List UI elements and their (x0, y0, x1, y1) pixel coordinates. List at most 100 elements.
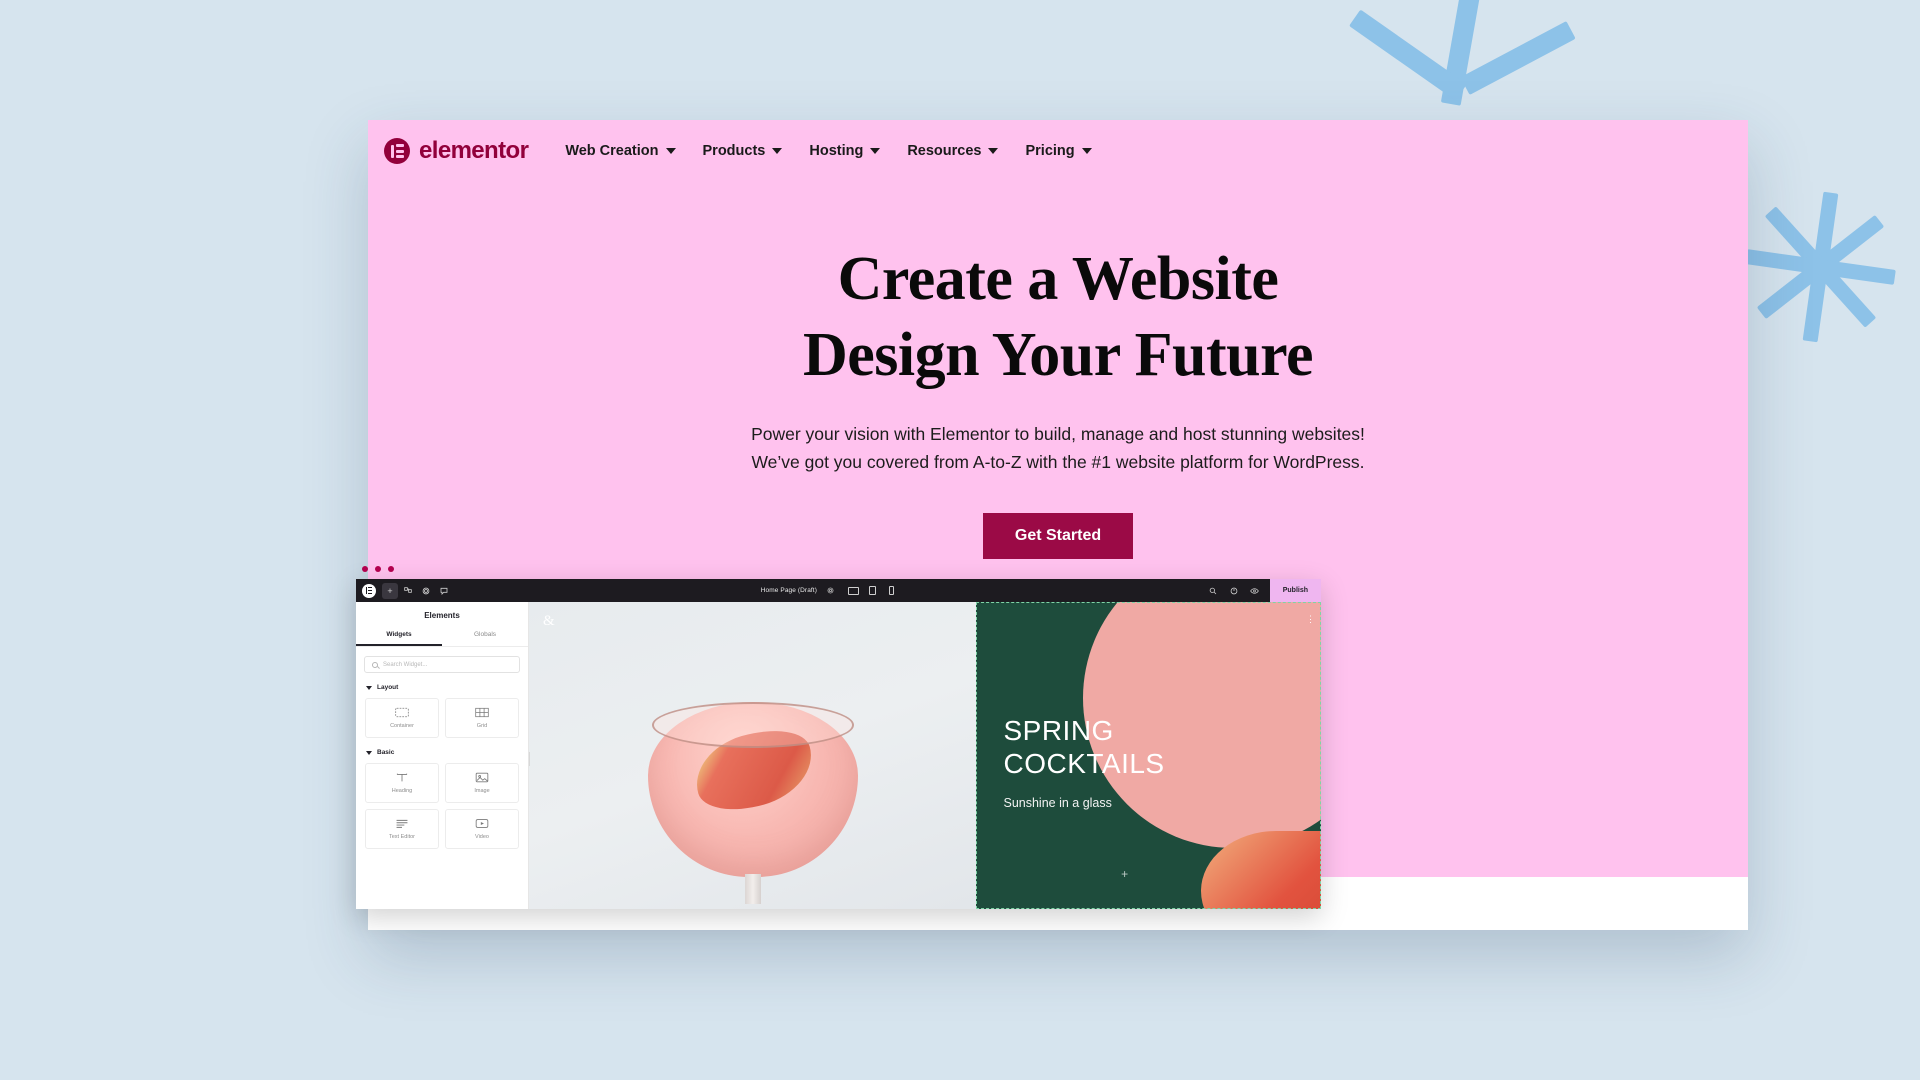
settings-gear-icon[interactable] (418, 583, 434, 599)
widget-label: Text Editor (389, 834, 415, 840)
layout-widget-grid: Container Grid (356, 691, 528, 738)
window-dots-icon (356, 566, 1321, 572)
tab-globals[interactable]: Globals (442, 627, 528, 646)
nav-label: Hosting (809, 143, 864, 159)
nav-item-web-creation[interactable]: Web Creation (565, 143, 676, 159)
heading-t-icon (396, 773, 408, 782)
nav-label: Resources (907, 143, 982, 159)
site-structure-icon[interactable] (400, 583, 416, 599)
panel-title: Elements (424, 611, 460, 620)
canvas-image-column: & ‹ (529, 602, 977, 909)
notes-comment-icon[interactable] (436, 583, 452, 599)
grid-icon (475, 707, 489, 718)
editor-canvas[interactable]: & ‹ SPRI (529, 602, 1321, 909)
text-editor-icon (396, 819, 408, 828)
nav-label: Pricing (1025, 143, 1075, 159)
video-play-icon (475, 819, 489, 828)
more-options-icon[interactable]: ⋮ (1306, 615, 1315, 624)
hero-copy: Create a Website Design Your Future Powe… (368, 248, 1748, 559)
chevron-down-icon (1081, 148, 1092, 154)
chevron-down-icon (665, 148, 676, 154)
page-root: elementor Web Creation Products Hosting … (0, 0, 1920, 1080)
basic-widget-grid: Heading Image Text Editor Video (356, 756, 528, 849)
tab-widgets[interactable]: Widgets (356, 627, 442, 646)
image-icon (475, 772, 489, 783)
widget-text-editor[interactable]: Text Editor (365, 809, 439, 849)
get-started-button[interactable]: Get Started (982, 512, 1134, 559)
elementor-logo-icon[interactable] (362, 583, 376, 598)
editor-toolbar-right (1205, 583, 1265, 599)
elementor-editor: + Home Page (Draft) Publish Elements Wid… (356, 579, 1321, 909)
history-icon[interactable] (1226, 583, 1242, 599)
editor-title-group: Home Page (Draft) (454, 583, 1205, 599)
widget-label: Image (474, 788, 490, 794)
headline-line-2: Design Your Future (802, 321, 1314, 389)
subcopy-line-1: Power your vision with Elementor to buil… (751, 424, 1365, 444)
subcopy-line-2: We’ve got you covered from A-to-Z with t… (751, 452, 1365, 473)
section-layout-header[interactable]: Layout (356, 684, 528, 691)
elements-panel: Elements Widgets Globals Search Widget..… (356, 602, 529, 909)
section-basic: Basic Heading Image Text Editor Video (356, 749, 528, 849)
canvas-text-column[interactable]: SPRING COCKTAILS Sunshine in a glass ⋮ +… (976, 602, 1321, 909)
canvas-text-block: SPRING COCKTAILS Sunshine in a glass (1003, 714, 1164, 810)
nav-item-resources[interactable]: Resources (907, 143, 999, 159)
resize-handle-icon[interactable]: ‹ (529, 752, 530, 766)
widget-grid[interactable]: Grid (445, 698, 519, 738)
panel-tabs: Widgets Globals (356, 627, 528, 647)
canvas-subheading: Sunshine in a glass (1003, 796, 1112, 811)
preview-eye-icon[interactable] (1247, 583, 1263, 599)
hero-subcopy: Power your vision with Elementor to buil… (368, 420, 1748, 477)
chevron-down-icon (366, 750, 372, 755)
canvas-heading-line-1: SPRING (1003, 715, 1114, 746)
elementor-logo[interactable]: elementor (384, 137, 529, 165)
add-plus-icon[interactable]: + (1121, 867, 1128, 881)
chevron-down-icon (366, 685, 372, 690)
widget-label: Heading (391, 788, 413, 794)
editor-mockup: + Home Page (Draft) Publish Elements Wid… (356, 566, 1321, 909)
editor-page-title: Home Page (Draft) (760, 587, 817, 594)
chevron-down-icon (772, 148, 783, 154)
headline-line-1: Create a Website (837, 245, 1279, 313)
tablet-icon[interactable] (866, 584, 879, 598)
section-basic-header[interactable]: Basic (356, 749, 528, 756)
search-icon (372, 661, 378, 668)
chevron-down-icon (870, 148, 881, 154)
plus-icon[interactable]: + (382, 582, 398, 599)
widget-label: Grid (476, 723, 488, 729)
nav-item-hosting[interactable]: Hosting (809, 143, 881, 159)
section-label: Basic (377, 749, 395, 756)
widget-image[interactable]: Image (445, 763, 519, 803)
canvas-heading-line-2: COCKTAILS (1003, 748, 1165, 780)
cocktail-image (647, 702, 858, 904)
site-navbar: elementor Web Creation Products Hosting … (368, 120, 1748, 182)
search-finder-icon[interactable] (1205, 583, 1221, 599)
section-label: Layout (377, 684, 399, 691)
page-title: Create a Website Design Your Future (368, 248, 1748, 386)
widget-label: Video (475, 834, 489, 840)
cta-wrapper: Get Started (368, 512, 1748, 559)
nav-item-pricing[interactable]: Pricing (1025, 143, 1092, 159)
canvas-heading: SPRING COCKTAILS (1003, 714, 1164, 780)
desktop-icon[interactable] (847, 584, 860, 598)
search-placeholder: Search Widget... (383, 661, 428, 668)
container-icon (395, 707, 409, 718)
nav-item-products[interactable]: Products (703, 143, 783, 159)
nav-label: Web Creation (565, 143, 659, 159)
widget-video[interactable]: Video (445, 809, 519, 849)
section-layout: Layout Container Grid (356, 684, 528, 738)
logo-wordmark: elementor (419, 137, 529, 164)
nav-label: Products (702, 143, 766, 159)
mobile-icon[interactable] (885, 584, 898, 598)
search-widget-input[interactable]: Search Widget... (364, 656, 520, 673)
elementor-logo-icon (384, 138, 410, 164)
widget-heading[interactable]: Heading (365, 763, 439, 803)
widget-container[interactable]: Container (365, 698, 439, 738)
chevron-down-icon (988, 148, 999, 154)
asterisk-decoration-right (1735, 178, 1905, 358)
page-settings-icon[interactable] (823, 583, 839, 599)
editor-body: Elements Widgets Globals Search Widget..… (356, 602, 1321, 909)
ampersand-mark: & (543, 613, 555, 629)
publish-button[interactable]: Publish (1269, 579, 1321, 602)
editor-toolbar: + Home Page (Draft) Publish (356, 579, 1321, 602)
widget-label: Container (390, 723, 414, 729)
